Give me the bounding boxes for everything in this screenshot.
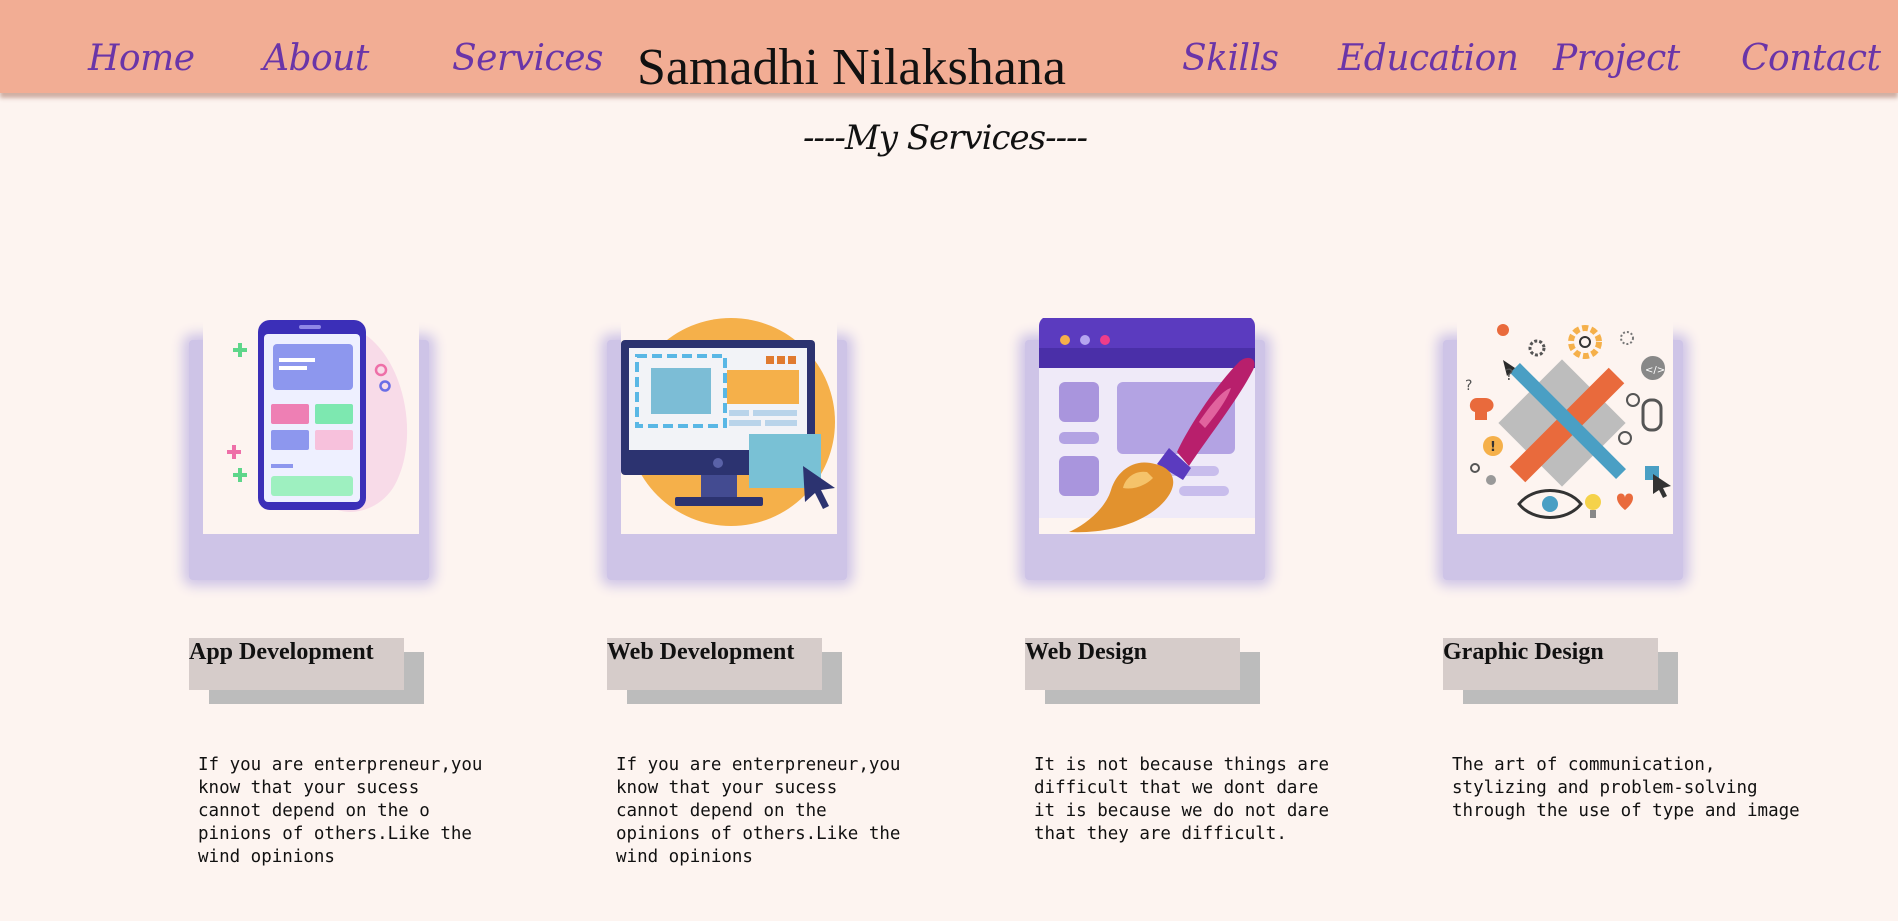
site-brand: Samadhi Nilakshana — [637, 39, 1066, 96]
svg-text:?: ? — [1505, 365, 1514, 384]
design-tools-illustration-icon: </> ? ? ! — [1457, 318, 1673, 534]
nav-link-services[interactable]: Services — [452, 38, 603, 79]
nav-link-education[interactable]: Education — [1338, 38, 1519, 79]
navbar: Home About Services Samadhi Nilakshana S… — [0, 0, 1898, 96]
svg-text:!: ! — [1490, 440, 1496, 455]
service-title: Graphic Design — [1443, 638, 1658, 690]
service-title: Web Development — [607, 638, 822, 690]
service-image-wrapper — [1025, 318, 1265, 580]
service-description: If you are enterpreneur,you know that yo… — [198, 755, 483, 867]
svg-text:?: ? — [1465, 378, 1472, 394]
nav-link-project[interactable]: Project — [1553, 38, 1680, 79]
section-title: ----My Services---- — [802, 118, 1088, 158]
svg-text:</>: </> — [1645, 365, 1665, 376]
paint-brush-browser-illustration-icon — [1039, 318, 1255, 534]
service-description: The art of communication, stylizing and … — [1452, 755, 1800, 821]
nav-link-skills[interactable]: Skills — [1182, 38, 1279, 79]
service-title: App Development — [189, 638, 404, 690]
nav-link-contact[interactable]: Contact — [1741, 38, 1881, 79]
service-image-wrapper — [189, 318, 429, 580]
nav-link-home[interactable]: Home — [88, 38, 195, 79]
service-title: Web Design — [1025, 638, 1240, 690]
desktop-monitor-illustration-icon — [621, 318, 837, 534]
service-description: If you are enterpreneur,you know that yo… — [616, 755, 901, 867]
service-description: It is not because things are difficult t… — [1034, 755, 1330, 844]
mobile-app-illustration-icon — [203, 318, 419, 534]
service-image-wrapper: </> ? ? ! — [1443, 318, 1683, 580]
nav-link-about[interactable]: About — [263, 38, 369, 79]
service-image-wrapper — [607, 318, 847, 580]
